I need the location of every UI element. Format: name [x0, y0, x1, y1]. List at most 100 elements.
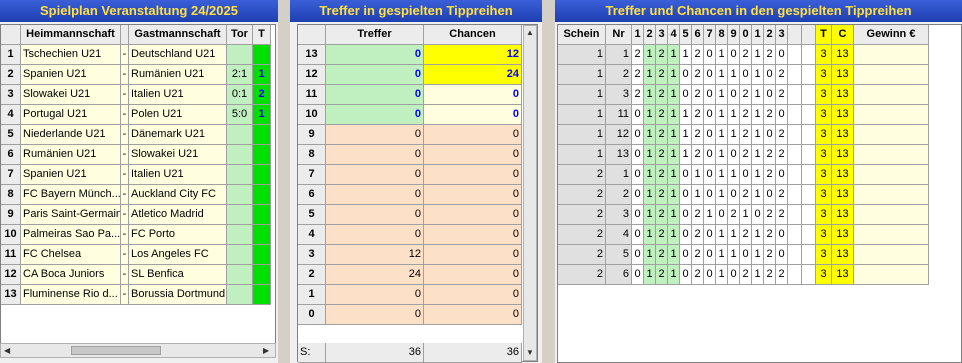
sum-label: S:	[298, 343, 326, 363]
chances-count: 0	[424, 205, 522, 225]
tip-value: 2	[776, 125, 788, 145]
schein: 1	[558, 85, 606, 105]
scroll-right-icon[interactable]: ▶	[263, 346, 269, 356]
hits-count: 0	[326, 65, 424, 85]
row-index: 1	[1, 45, 21, 65]
tips-row: 1 2 2 1 2 1 0 2 0 1 1 0 1 0 2 3 13	[558, 65, 929, 85]
hits-grid[interactable]: Treffer Chancen 13 0 12 12 0 24 11 0 0 10 0 0 9 0 0 8 0 0 7 0…	[297, 24, 538, 363]
tip-value: 2	[740, 145, 752, 165]
sum-chances: 36	[424, 343, 522, 363]
blank-cell	[788, 85, 802, 105]
tips-c: 13	[832, 245, 854, 265]
tip-value: 1	[668, 265, 680, 285]
hits-row: 11 0 0	[298, 85, 522, 105]
tip-value: 1	[644, 45, 656, 65]
home-team: Slowakei U21	[21, 85, 121, 105]
tip-value: 0	[764, 125, 776, 145]
tip-value: 0	[776, 105, 788, 125]
header-home: Heimmannschaft	[21, 25, 121, 45]
tip-value: 0	[680, 245, 692, 265]
tips-t: 3	[816, 45, 832, 65]
hits-class: 11	[298, 85, 326, 105]
tips-row: 2 4 0 1 2 1 0 2 0 1 1 2 1 2 0 3 13	[558, 225, 929, 245]
tip-value: 1	[752, 145, 764, 165]
schein: 2	[558, 265, 606, 285]
tip-value: 0	[704, 225, 716, 245]
schedule-row: 4 Portugal U21- Polen U21 5:0 1	[1, 105, 271, 125]
header-schein: Schein	[558, 25, 606, 45]
schein: 2	[558, 245, 606, 265]
schedule-hscrollbar[interactable]: ◀ ▶	[0, 343, 276, 358]
tip-value: 1	[668, 105, 680, 125]
tip-value: 1	[716, 165, 728, 185]
hits-row: 12 0 24	[298, 65, 522, 85]
schedule-row: 6 Rumänien U21- Slowakei U21	[1, 145, 271, 165]
nr: 6	[606, 265, 632, 285]
tips-t: 3	[816, 85, 832, 105]
hits-row: 500	[298, 205, 522, 225]
tip-value: 2	[764, 225, 776, 245]
hits-class: 6	[298, 185, 326, 205]
separator: -	[121, 145, 129, 165]
header-nr: Nr	[606, 25, 632, 45]
tip-value: 1	[644, 165, 656, 185]
scroll-thumb[interactable]	[71, 346, 161, 355]
hits-count: 0	[326, 305, 424, 325]
tip-value: 1	[752, 225, 764, 245]
tips-c: 13	[832, 65, 854, 85]
tip-value: 0	[704, 85, 716, 105]
hits-row: 700	[298, 165, 522, 185]
tips-t: 3	[816, 65, 832, 85]
tip-value: 0	[764, 185, 776, 205]
nr: 2	[606, 185, 632, 205]
tips-t: 3	[816, 105, 832, 125]
tip-value: 0	[704, 245, 716, 265]
tip-value: 2	[656, 125, 668, 145]
tip-value: 2	[764, 45, 776, 65]
tip-value: 2	[776, 185, 788, 205]
tips-c: 13	[832, 165, 854, 185]
tip-value: 2	[656, 205, 668, 225]
blank-cell	[788, 265, 802, 285]
tip-value: 1	[752, 265, 764, 285]
chances-count: 0	[424, 165, 522, 185]
tip-value: 0	[752, 205, 764, 225]
tip-value: 0	[728, 45, 740, 65]
hits-count: 12	[326, 245, 424, 265]
gain-cell	[854, 125, 929, 145]
header-index	[1, 25, 21, 45]
gain-cell	[854, 45, 929, 65]
hits-vscrollbar[interactable]: ▲ ▼	[523, 25, 537, 361]
row-index: 9	[1, 205, 21, 225]
tip-value: 0	[728, 145, 740, 165]
tips-grid[interactable]: Schein Nr 1 2 3 4 5 6 7 8 9 0 1 2 3 T C Gewinn €1 1 2 1 2 1 1 2 0…	[557, 24, 962, 363]
blank-cell	[788, 125, 802, 145]
schedule-panel: Spielplan Veranstaltung 24/2025 Heimmann…	[0, 0, 278, 363]
tips-t: 3	[816, 245, 832, 265]
scroll-up-icon[interactable]: ▲	[526, 28, 534, 38]
tip-value: 0	[680, 225, 692, 245]
header-blank	[802, 25, 816, 45]
score	[227, 205, 253, 225]
scroll-left-icon[interactable]: ◀	[4, 346, 10, 356]
tip-value: 1	[716, 265, 728, 285]
tip-value: 1	[716, 245, 728, 265]
tip-result	[253, 225, 271, 245]
blank-cell	[788, 165, 802, 185]
hits-row: 13 0 12	[298, 45, 522, 65]
schedule-grid[interactable]: Heimmannschaft Gastmannschaft Tor T 1 Tschech…	[0, 24, 276, 344]
chances-count: 0	[424, 305, 522, 325]
gain-cell	[854, 165, 929, 185]
tip-value: 1	[680, 145, 692, 165]
tips-row: 1 1 2 1 2 1 1 2 0 1 0 2 1 2 0 3 13	[558, 45, 929, 65]
score	[227, 165, 253, 185]
tip-result: 1	[253, 65, 271, 85]
separator: -	[121, 265, 129, 285]
chances-count: 0	[424, 285, 522, 305]
tip-value: 2	[656, 165, 668, 185]
header-game-2: 2	[644, 25, 656, 45]
header-game-4: 4	[668, 25, 680, 45]
scroll-down-icon[interactable]: ▼	[526, 348, 534, 358]
hits-class: 13	[298, 45, 326, 65]
away-team: Auckland City FC	[129, 185, 227, 205]
